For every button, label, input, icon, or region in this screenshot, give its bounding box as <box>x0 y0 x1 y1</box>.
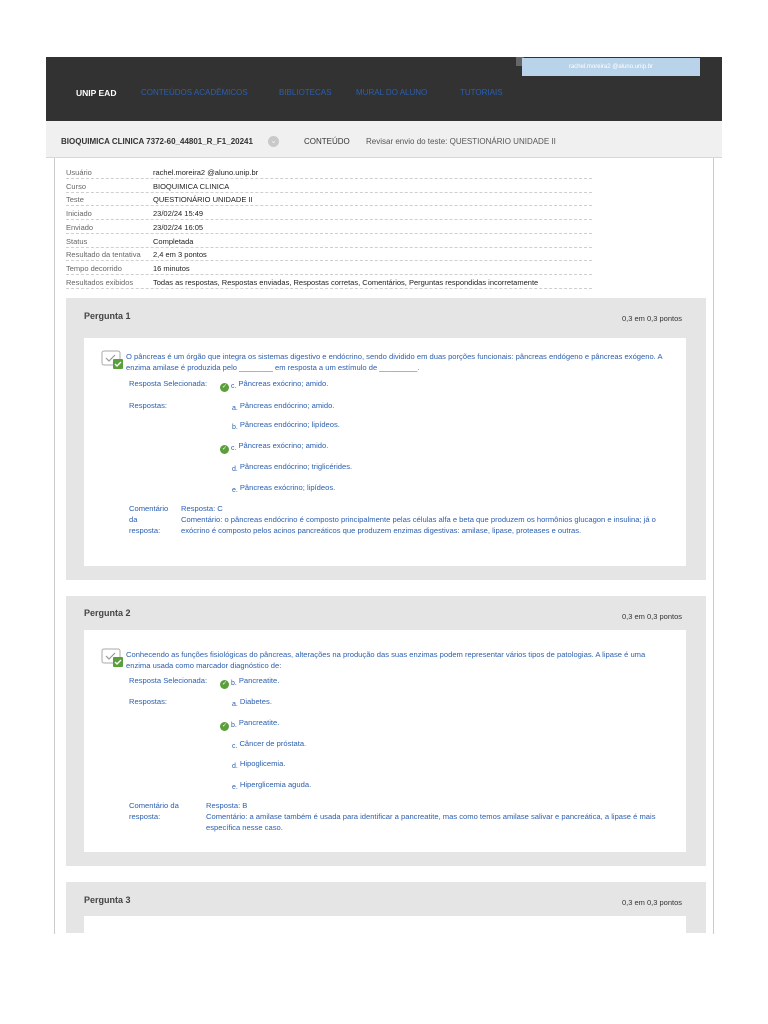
answer-option: a. Pâncreas endócrino; amido. <box>232 401 335 412</box>
info-row: Status Completada <box>66 234 592 248</box>
info-value: 23/02/24 15:49 <box>153 209 204 218</box>
question-card <box>84 916 686 933</box>
comment-label: Comentário da resposta: <box>129 801 179 821</box>
info-label: Teste <box>66 195 84 205</box>
answer-option: c. Câncer de próstata. <box>232 739 307 750</box>
question-title: Pergunta 3 <box>84 895 131 905</box>
question-block: Pergunta 1 0,3 em 0,3 pontos O pâncreas … <box>66 298 706 580</box>
nav-home-link[interactable]: UNIP EAD <box>76 88 116 98</box>
nav-item-tutoriais[interactable]: TUTORIAIS <box>460 88 503 97</box>
question-title: Pergunta 2 <box>84 608 131 618</box>
question-card: O pâncreas é um órgão que integra os sis… <box>84 338 686 566</box>
user-menu[interactable]: rachel.moreira2 @aluno.unip.br <box>522 58 700 76</box>
info-label: Resultado da tentativa <box>66 250 141 260</box>
question-text: Conhecendo as funções fisiológicas do pâ… <box>126 650 646 670</box>
selected-answer: ✓ b. Pancreatite. <box>220 676 280 689</box>
answer-option: a. Diabetes. <box>232 697 272 708</box>
info-value: QUESTIONÁRIO UNIDADE II <box>153 195 253 205</box>
info-label: Curso <box>66 181 87 191</box>
selected-answer-label: Resposta Selecionada: <box>129 676 208 685</box>
answers-label: Respostas: <box>129 401 167 410</box>
comment-text: Resposta: B Comentário: a amilase também … <box>206 801 656 832</box>
check-icon: ✓ <box>220 383 229 392</box>
info-row: Curso BIOQUIMICA CLINICA <box>66 179 592 193</box>
correct-answer-icon <box>100 350 124 370</box>
comment-label: Comentário da resposta: <box>129 504 169 535</box>
info-label: Status <box>66 236 88 246</box>
answer-option: ✓ b. Pancreatite. <box>220 718 280 731</box>
check-icon: ✓ <box>220 722 229 731</box>
attempt-info-table: Usuário rachel.moreira2 @aluno.unip.br Cu… <box>66 165 592 289</box>
question-block: Pergunta 2 0,3 em 0,3 pontos Conhecendo … <box>66 596 706 866</box>
question-block: Pergunta 3 0,3 em 0,3 pontos <box>66 882 706 933</box>
answer-option: ✓ c. Pâncreas exócrino; amido. <box>220 441 329 454</box>
check-icon: ✓ <box>220 445 229 454</box>
info-value: 2,4 em 3 pontos <box>153 250 207 260</box>
info-row: Teste QUESTIONÁRIO UNIDADE II <box>66 193 592 207</box>
info-label: Enviado <box>66 222 94 232</box>
info-row: Iniciado 23/02/24 15:49 <box>66 206 592 220</box>
info-value: Completada <box>153 236 194 246</box>
breadcrumb-section[interactable]: CONTEÚDO <box>304 137 350 146</box>
answer-option: e. Hiperglicemia aguda. <box>232 780 312 791</box>
selected-answer: ✓ c. Pâncreas exócrino; amido. <box>220 379 329 392</box>
nav-item-conteudos[interactable]: CONTEÚDOS ACADÊMICOS <box>141 88 248 97</box>
info-value: BIOQUIMICA CLINICA <box>153 181 230 191</box>
question-title: Pergunta 1 <box>84 311 131 321</box>
info-row: Usuário rachel.moreira2 @aluno.unip.br <box>66 165 592 179</box>
info-value: Todas as respostas, Respostas enviadas, … <box>153 277 539 287</box>
info-row: Resultado da tentativa 2,4 em 3 pontos <box>66 248 592 262</box>
info-value: rachel.moreira2 @aluno.unip.br <box>153 167 259 177</box>
answer-option: b. Pâncreas endócrino; lipídeos. <box>232 420 340 431</box>
info-label: Resultados exibidos <box>66 277 134 287</box>
question-text: O pâncreas é um órgão que integra os sis… <box>126 352 663 372</box>
answers-label: Respostas: <box>129 697 167 706</box>
comment-text: Resposta: C Comentário: o pâncreas endócr… <box>181 504 656 535</box>
answer-option: d. Pâncreas endócrino; triglicérides. <box>232 462 353 473</box>
info-label: Iniciado <box>66 209 92 218</box>
question-score: 0,3 em 0,3 pontos <box>621 314 682 323</box>
correct-answer-icon <box>100 648 124 668</box>
info-value: 23/02/24 16:05 <box>153 222 204 232</box>
question-score: 0,3 em 0,3 pontos <box>621 612 682 621</box>
info-label: Tempo decorrido <box>66 264 122 273</box>
info-row: Resultados exibidos Todas as respostas, R… <box>66 275 592 289</box>
nav-item-bibliotecas[interactable]: BIBLIOTECAS <box>279 88 331 97</box>
chevron-down-icon[interactable]: ⌄ <box>268 136 279 147</box>
check-icon: ✓ <box>220 680 229 689</box>
info-row: Tempo decorrido 16 minutos <box>66 261 592 275</box>
breadcrumb-course[interactable]: BIOQUIMICA CLINICA 7372-60_44801_R_F1_20… <box>61 137 253 146</box>
info-value: 16 minutos <box>153 264 190 273</box>
breadcrumb-current: Revisar envio do teste: QUESTIONÁRIO UNI… <box>366 137 556 146</box>
answer-option: e. Pâncreas exócrino; lipídeos. <box>232 483 336 494</box>
question-score: 0,3 em 0,3 pontos <box>621 898 682 907</box>
question-card: Conhecendo as funções fisiológicas do pâ… <box>84 630 686 852</box>
info-label: Usuário <box>66 167 92 177</box>
info-row: Enviado 23/02/24 16:05 <box>66 220 592 234</box>
nav-item-mural[interactable]: MURAL DO ALUNO <box>356 88 427 97</box>
selected-answer-label: Resposta Selecionada: <box>129 379 208 388</box>
answer-option: d. Hipoglicemia. <box>232 759 286 770</box>
